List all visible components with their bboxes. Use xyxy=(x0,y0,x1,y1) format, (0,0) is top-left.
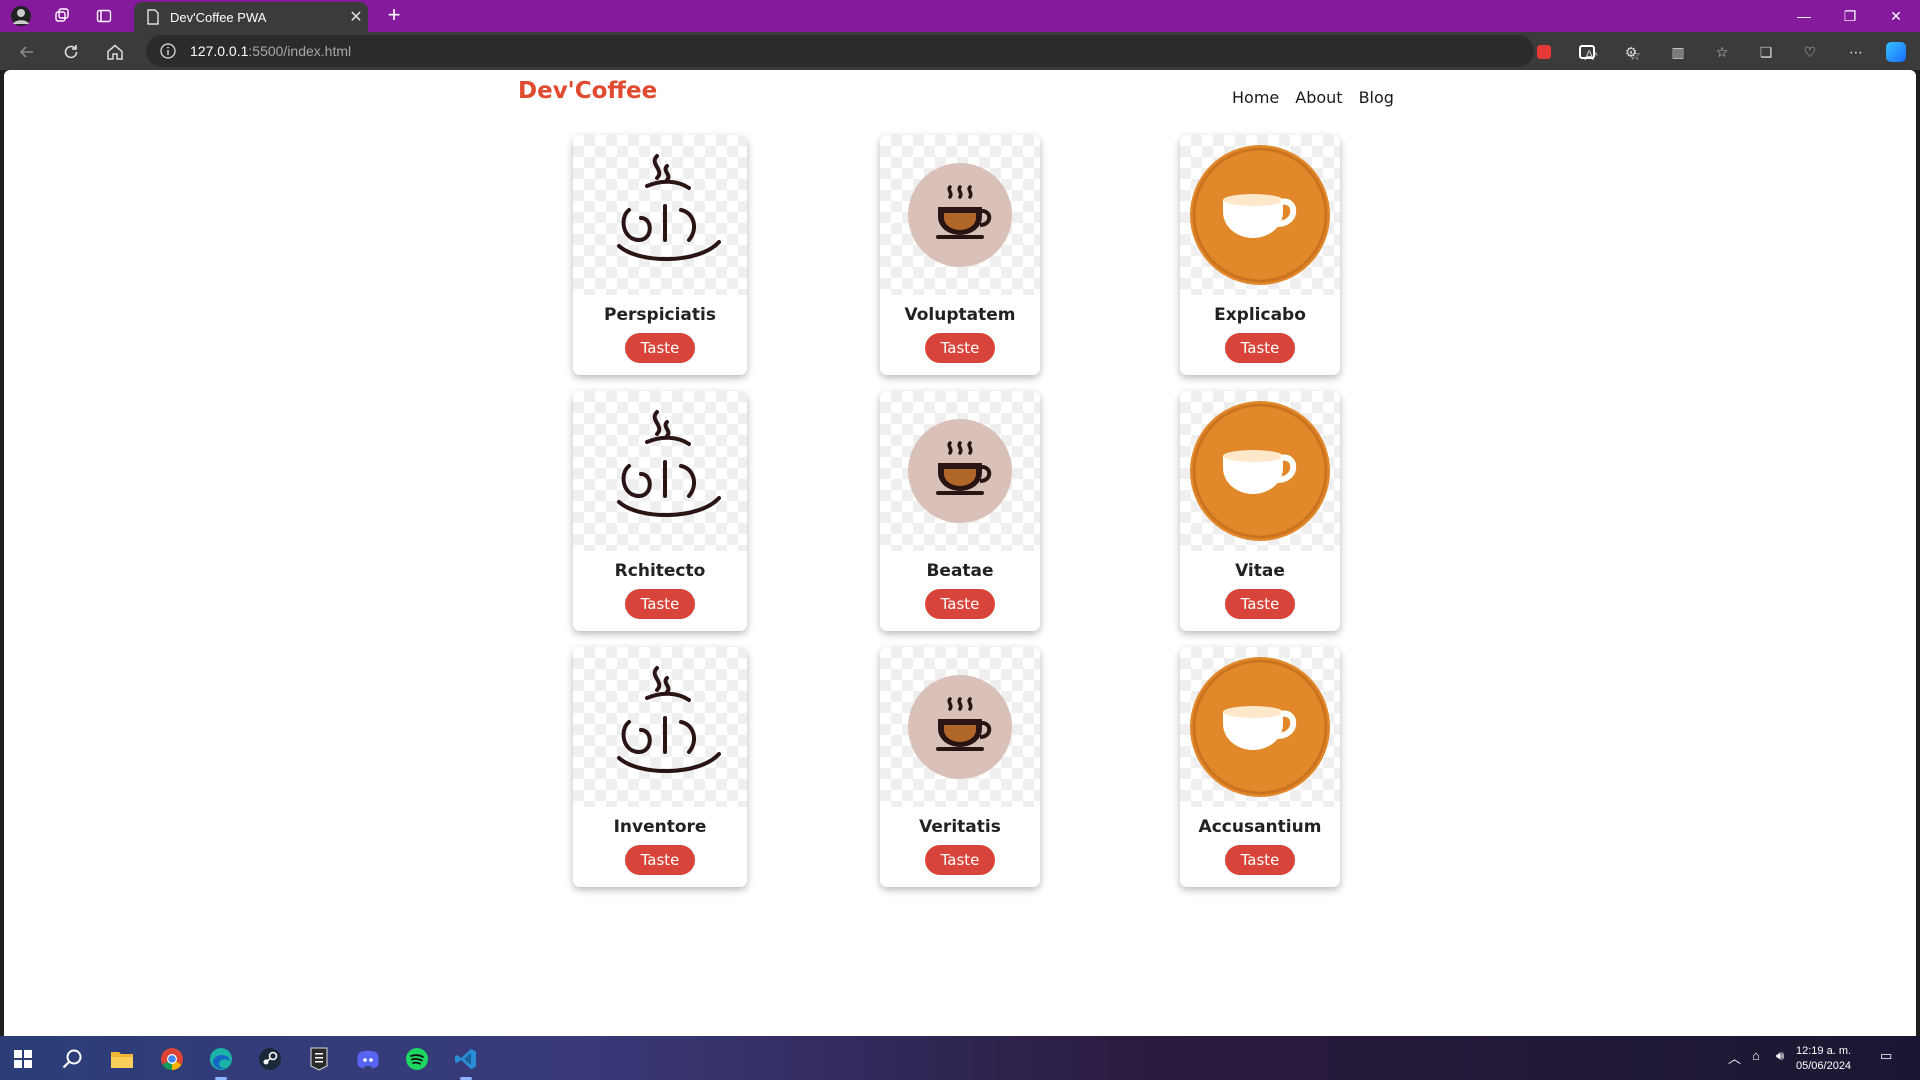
split-screen-icon[interactable]: ▥ xyxy=(1666,40,1690,64)
taste-button[interactable]: Taste xyxy=(625,845,695,875)
coffee-cup-orange-circle-icon xyxy=(1180,647,1340,807)
site-info-icon[interactable] xyxy=(160,43,176,59)
home-button[interactable] xyxy=(102,39,128,65)
collections-icon[interactable]: ❏ xyxy=(1754,40,1778,64)
network-icon[interactable]: ⌂ xyxy=(1752,1048,1760,1063)
restore-button[interactable]: ❐ xyxy=(1827,0,1873,32)
coffee-card: Veritatis Taste xyxy=(880,647,1040,887)
coffee-cup-pink-circle-icon xyxy=(880,647,1040,807)
discord-icon[interactable] xyxy=(353,1044,383,1074)
card-title: Rchitecto xyxy=(614,561,706,581)
favorites-icon[interactable]: ☆ xyxy=(1710,40,1734,64)
coffee-cup-pink-circle-icon xyxy=(880,135,1040,295)
system-clock[interactable]: 12:19 a. m. 05/06/2024 xyxy=(1796,1044,1851,1074)
coffee-card: Beatae Taste xyxy=(880,391,1040,631)
coffee-card: Explicabo Taste xyxy=(1180,135,1340,375)
new-tab-button[interactable]: + xyxy=(382,4,406,28)
steaming-cup-sketch-icon xyxy=(573,647,747,807)
coffee-card: Accusantium Taste xyxy=(1180,647,1340,887)
profile-avatar-icon[interactable] xyxy=(10,5,32,27)
vscode-icon[interactable] xyxy=(451,1044,481,1080)
extensions-puzzle-icon[interactable]: ⚙ xyxy=(1619,40,1643,64)
taste-button[interactable]: Taste xyxy=(625,589,695,619)
card-title: Vitae xyxy=(1235,561,1285,581)
tab-close-icon[interactable]: ✕ xyxy=(344,7,368,27)
address-bar[interactable]: 127.0.0.1:5500/index.html Aᴬ ☆ xyxy=(146,35,1641,67)
spotify-icon[interactable] xyxy=(402,1044,432,1074)
start-windows-icon[interactable] xyxy=(8,1044,38,1074)
taste-button[interactable]: Taste xyxy=(1225,589,1295,619)
card-title: Explicabo xyxy=(1214,305,1306,325)
taste-button[interactable]: Taste xyxy=(1225,333,1295,363)
card-title: Voluptatem xyxy=(904,305,1016,325)
taste-button[interactable]: Taste xyxy=(625,333,695,363)
nav-home-link[interactable]: Home xyxy=(1232,88,1279,107)
edge-icon[interactable] xyxy=(206,1044,236,1080)
more-options-icon[interactable]: ⋯ xyxy=(1844,40,1868,64)
clock-date: 05/06/2024 xyxy=(1796,1060,1852,1072)
page-viewport: Dev'Coffee Home About Blog Perspiciatis … xyxy=(4,70,1916,1036)
refresh-button[interactable] xyxy=(58,39,84,65)
coffee-card: Vitae Taste xyxy=(1180,391,1340,631)
taste-button[interactable]: Taste xyxy=(925,589,995,619)
coffee-card: Inventore Taste xyxy=(573,647,747,887)
taskbar: ︿ ⌂ 🔊︎ 12:19 a. m. 05/06/2024 ▭ xyxy=(0,1036,1920,1080)
browser-titlebar: Dev'Coffee PWA ✕ + — ❐ ✕ xyxy=(0,0,1920,32)
notifications-icon[interactable]: ▭ xyxy=(1880,1048,1892,1064)
card-title: Perspiciatis xyxy=(604,305,716,325)
steaming-cup-sketch-icon xyxy=(573,135,747,295)
epic-games-icon[interactable] xyxy=(304,1044,334,1074)
clock-time: 12:19 a. m. xyxy=(1796,1045,1852,1057)
taste-button[interactable]: Taste xyxy=(1225,845,1295,875)
coffee-card: Rchitecto Taste xyxy=(573,391,747,631)
steaming-cup-sketch-icon xyxy=(573,391,747,551)
coffee-card: Perspiciatis Taste xyxy=(573,135,747,375)
tab-title: Dev'Coffee PWA xyxy=(170,9,267,25)
tab-actions-icon[interactable] xyxy=(93,5,115,27)
taste-button[interactable]: Taste xyxy=(925,845,995,875)
back-button[interactable] xyxy=(14,39,40,65)
nav-about-link[interactable]: About xyxy=(1295,88,1342,107)
browser-essentials-icon[interactable]: ♡ xyxy=(1798,40,1822,64)
taste-button[interactable]: Taste xyxy=(925,333,995,363)
coffee-cup-pink-circle-icon xyxy=(880,391,1040,551)
coffee-cup-orange-circle-icon xyxy=(1180,135,1340,295)
search-icon[interactable] xyxy=(57,1044,87,1074)
card-title: Beatae xyxy=(926,561,994,581)
copilot-icon[interactable] xyxy=(1884,40,1908,64)
close-window-button[interactable]: ✕ xyxy=(1873,0,1919,32)
steam-icon[interactable] xyxy=(255,1044,285,1074)
extension-red-icon[interactable] xyxy=(1532,40,1556,64)
tray-overflow-icon[interactable]: ︿ xyxy=(1728,1048,1741,1067)
coffee-card: Voluptatem Taste xyxy=(880,135,1040,375)
coffee-cup-orange-circle-icon xyxy=(1180,391,1340,551)
file-explorer-icon[interactable] xyxy=(107,1044,137,1074)
minimize-button[interactable]: — xyxy=(1781,0,1827,32)
workspaces-icon[interactable] xyxy=(51,5,73,27)
site-logo[interactable]: Dev'Coffee xyxy=(518,78,657,104)
page-icon xyxy=(147,9,159,25)
site-nav: Home About Blog xyxy=(1232,88,1394,107)
browser-tab-active[interactable]: Dev'Coffee PWA ✕ xyxy=(134,2,368,32)
browser-toolbar: 127.0.0.1:5500/index.html Aᴬ ☆ ⚙ ▥ ☆ ❏ ♡… xyxy=(0,32,1920,70)
extension-screenshot-icon[interactable] xyxy=(1575,40,1599,64)
nav-blog-link[interactable]: Blog xyxy=(1359,88,1394,107)
chrome-icon[interactable] xyxy=(157,1044,187,1074)
card-title: Accusantium xyxy=(1198,817,1322,837)
url-host: 127.0.0.1 xyxy=(190,43,249,59)
card-title: Inventore xyxy=(613,817,707,837)
card-title: Veritatis xyxy=(919,817,1001,837)
url-path: :5500/index.html xyxy=(248,43,352,59)
volume-icon[interactable]: 🔊︎ xyxy=(1776,1048,1784,1064)
